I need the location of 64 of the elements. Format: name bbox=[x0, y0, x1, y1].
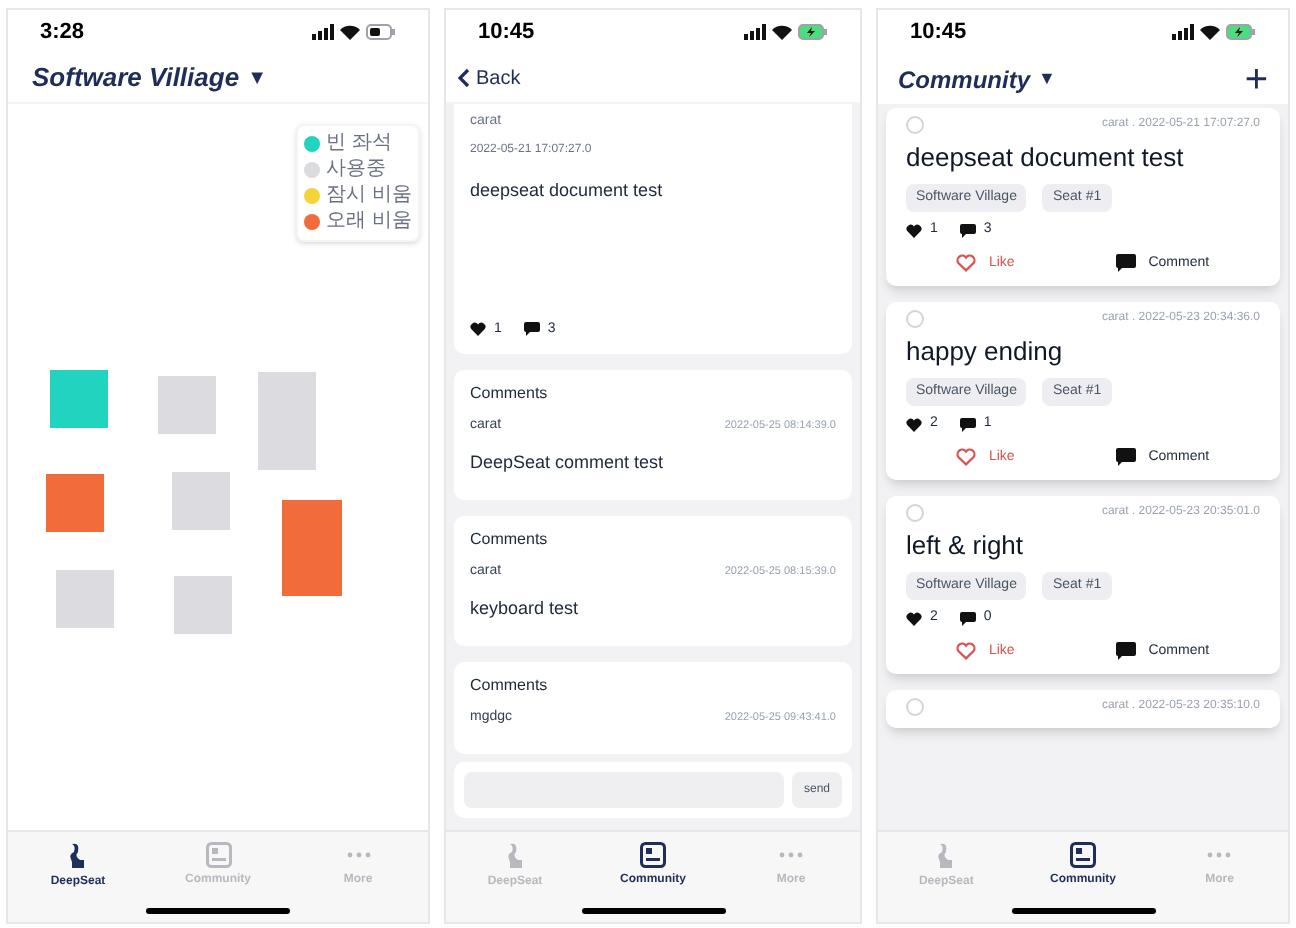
legend-label: 빈 좌석 bbox=[326, 132, 392, 156]
wifi-icon bbox=[772, 24, 792, 40]
heart-outline-icon bbox=[956, 642, 977, 661]
seat-icon bbox=[68, 842, 88, 870]
wifi-icon bbox=[340, 24, 360, 40]
heart-outline-icon bbox=[956, 448, 977, 467]
heart-outline-icon bbox=[956, 254, 977, 273]
heart-icon bbox=[906, 417, 922, 432]
comment-icon bbox=[1116, 254, 1137, 273]
post-text: deepseat document test bbox=[470, 177, 665, 204]
comment-text: DeepSeat comment test bbox=[470, 449, 666, 476]
post-title: deepseat document test bbox=[906, 140, 1186, 176]
comment-icon bbox=[523, 322, 540, 337]
seat[interactable] bbox=[174, 576, 232, 634]
seat[interactable] bbox=[282, 500, 342, 596]
add-button[interactable]: + bbox=[1244, 59, 1268, 99]
comment-icon bbox=[1116, 642, 1137, 661]
heart-icon bbox=[906, 611, 922, 626]
seat[interactable] bbox=[46, 474, 104, 532]
comment-icon bbox=[959, 611, 976, 626]
seat[interactable] bbox=[158, 376, 216, 434]
avatar-icon bbox=[906, 504, 924, 522]
heart-icon bbox=[470, 322, 486, 337]
home-indicator bbox=[1011, 908, 1155, 914]
comment-icon bbox=[959, 417, 976, 432]
comment-icon bbox=[959, 223, 976, 238]
legend-label: 사용중 bbox=[326, 158, 387, 182]
signal-icon bbox=[312, 24, 334, 40]
header-title: Software Villiage bbox=[32, 60, 240, 97]
comment-text: keyboard test bbox=[470, 595, 581, 622]
legend-label: 오래 비움 bbox=[326, 210, 412, 234]
avatar-icon bbox=[906, 698, 924, 716]
status-time: 3:28 bbox=[40, 17, 85, 48]
signal-icon bbox=[1172, 24, 1194, 40]
comment-heading: Comments bbox=[470, 674, 550, 698]
seat[interactable] bbox=[258, 372, 316, 470]
status-time: 10:45 bbox=[478, 17, 535, 48]
chevron-left-icon bbox=[458, 68, 470, 88]
dropdown-caret[interactable]: ▼ bbox=[1038, 65, 1056, 93]
home-indicator bbox=[581, 908, 725, 914]
wifi-icon bbox=[1200, 24, 1220, 40]
board-icon bbox=[205, 842, 231, 868]
dropdown-caret[interactable]: ▼ bbox=[247, 63, 267, 93]
seat-icon bbox=[936, 842, 957, 870]
heart-icon bbox=[906, 223, 922, 238]
header-title: Community bbox=[898, 63, 1030, 97]
comment-heading: Comments bbox=[470, 528, 550, 552]
seat[interactable] bbox=[50, 370, 108, 428]
legend-label: 잠시 비움 bbox=[326, 184, 412, 208]
seat-icon bbox=[505, 842, 525, 870]
avatar-icon bbox=[906, 310, 924, 328]
board-icon bbox=[1069, 842, 1096, 868]
avatar-icon bbox=[906, 116, 924, 134]
status-time: 10:45 bbox=[910, 17, 967, 48]
post-title: happy ending bbox=[906, 334, 1065, 370]
home-indicator bbox=[146, 908, 290, 914]
comment-heading: Comments bbox=[470, 382, 550, 406]
seat[interactable] bbox=[172, 472, 230, 530]
post-title: left & right bbox=[906, 528, 1026, 564]
signal-icon bbox=[744, 24, 766, 40]
seat[interactable] bbox=[56, 570, 114, 628]
back-button[interactable]: Back bbox=[458, 63, 521, 93]
comment-icon bbox=[1116, 448, 1137, 467]
board-icon bbox=[640, 842, 666, 868]
